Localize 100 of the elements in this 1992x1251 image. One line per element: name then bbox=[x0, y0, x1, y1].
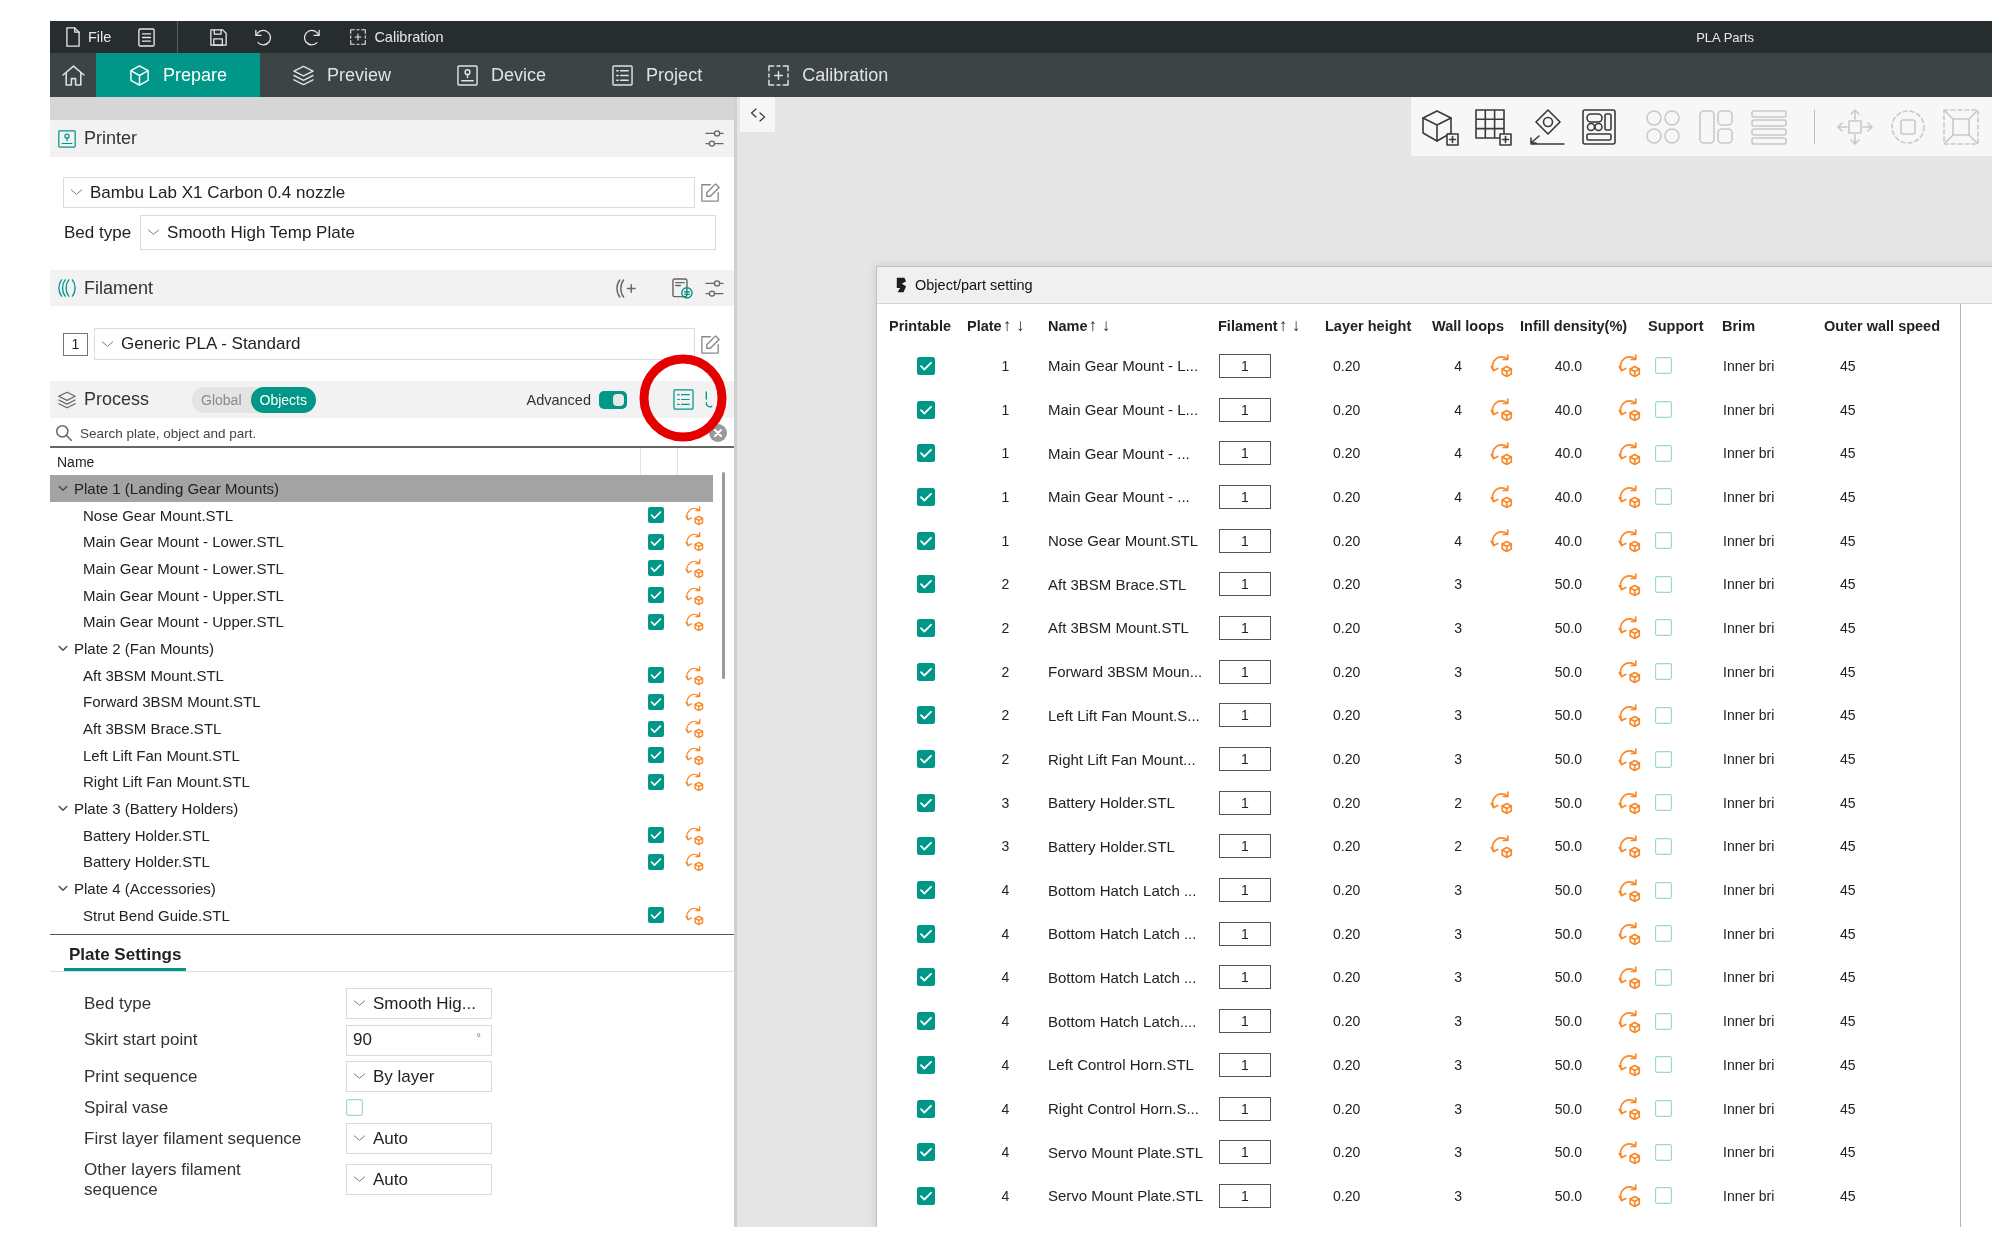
tree-item[interactable]: Aft 3BSM Mount.STL bbox=[50, 661, 713, 689]
tree-item[interactable]: Strut Bend Guide.STL bbox=[50, 902, 713, 929]
document-badge-icon[interactable] bbox=[672, 277, 693, 299]
support-checkbox[interactable] bbox=[1655, 1100, 1672, 1118]
chevron-down-icon[interactable] bbox=[58, 484, 68, 492]
home-icon[interactable] bbox=[61, 64, 85, 86]
support-checkbox[interactable] bbox=[1655, 794, 1672, 812]
printable-checkbox[interactable] bbox=[648, 587, 664, 604]
chevron-down-icon[interactable] bbox=[58, 885, 68, 893]
tab[interactable]: Device bbox=[424, 53, 580, 97]
filament-input[interactable]: 1 bbox=[1219, 1052, 1271, 1077]
tab[interactable]: Calibration bbox=[735, 53, 922, 97]
chevron-down-icon[interactable] bbox=[58, 805, 68, 813]
printable-checkbox[interactable] bbox=[917, 793, 935, 812]
printable-checkbox[interactable] bbox=[648, 907, 664, 924]
printable-checkbox[interactable] bbox=[648, 693, 664, 710]
tab[interactable]: Plate Settings bbox=[64, 945, 187, 971]
refresh-cube-icon[interactable] bbox=[685, 772, 704, 792]
support-checkbox[interactable] bbox=[1655, 619, 1672, 637]
filament-input[interactable]: 1 bbox=[1219, 1183, 1271, 1208]
sort-arrows[interactable]: ↑ ↓ bbox=[1278, 316, 1301, 336]
refresh-cube-icon[interactable] bbox=[685, 745, 704, 765]
edit-icon[interactable] bbox=[701, 334, 720, 354]
dropdown[interactable]: By layer bbox=[346, 1061, 492, 1092]
dropdown[interactable]: Auto bbox=[346, 1123, 492, 1154]
refresh-cube-icon[interactable] bbox=[685, 532, 704, 552]
calibration-button[interactable]: Calibration bbox=[350, 29, 444, 45]
support-checkbox[interactable] bbox=[1655, 401, 1672, 419]
dropdown[interactable]: Auto bbox=[346, 1164, 492, 1195]
refresh-cube-icon[interactable] bbox=[685, 612, 704, 632]
printable-checkbox[interactable] bbox=[917, 400, 935, 419]
refresh-cube-icon[interactable] bbox=[685, 505, 704, 525]
filament-input[interactable]: 1 bbox=[1219, 965, 1271, 990]
printable-checkbox[interactable] bbox=[917, 618, 935, 637]
scrollbar-thumb[interactable] bbox=[722, 472, 725, 679]
dropdown[interactable]: Smooth Hig... bbox=[346, 988, 492, 1019]
refresh-cube-icon[interactable] bbox=[685, 665, 704, 685]
tab[interactable]: Preview bbox=[260, 53, 425, 97]
filament-input[interactable]: 1 bbox=[1219, 921, 1271, 946]
printable-checkbox[interactable] bbox=[648, 613, 664, 630]
printable-checkbox[interactable] bbox=[917, 356, 935, 375]
filament-input[interactable]: 1 bbox=[1219, 1009, 1271, 1034]
tree-item[interactable]: Battery Holder.STL bbox=[50, 821, 713, 849]
tree-item[interactable]: Main Gear Mount - Lower.STL bbox=[50, 528, 713, 556]
refresh-cube-icon[interactable] bbox=[1618, 529, 1641, 553]
refresh-cube-icon[interactable] bbox=[1618, 398, 1641, 422]
sliders-icon[interactable] bbox=[705, 130, 724, 147]
refresh-cube-icon[interactable] bbox=[685, 852, 704, 872]
printable-checkbox[interactable] bbox=[917, 1055, 935, 1074]
printable-checkbox[interactable] bbox=[648, 827, 664, 844]
add-grid-icon[interactable] bbox=[1472, 106, 1513, 147]
printer-dropdown[interactable]: Bambu Lab X1 Carbon 0.4 nozzle bbox=[63, 177, 695, 208]
advanced-switch[interactable] bbox=[599, 390, 627, 409]
filament-input[interactable]: 1 bbox=[1219, 703, 1271, 728]
refresh-cube-icon[interactable] bbox=[1618, 965, 1641, 989]
support-checkbox[interactable] bbox=[1655, 532, 1672, 550]
refresh-cube-icon[interactable] bbox=[1618, 878, 1641, 902]
tree-item[interactable]: Main Gear Mount - Upper.STL bbox=[50, 608, 713, 636]
sort-arrows[interactable]: ↑ ↓ bbox=[1002, 316, 1025, 336]
filament-input[interactable]: 1 bbox=[1219, 353, 1271, 378]
support-checkbox[interactable] bbox=[1655, 575, 1672, 593]
printable-checkbox[interactable] bbox=[917, 837, 935, 856]
segment[interactable]: Objects bbox=[250, 386, 316, 413]
hook-icon[interactable] bbox=[705, 390, 713, 409]
number-field[interactable]: 90 ° bbox=[346, 1024, 492, 1056]
printable-checkbox[interactable] bbox=[917, 662, 935, 681]
tree-item[interactable]: Nose Gear Mount.STL bbox=[50, 501, 713, 529]
support-checkbox[interactable] bbox=[1655, 706, 1672, 724]
tree-item[interactable]: Plate 4 (Accessories) bbox=[50, 875, 713, 902]
refresh-cube-icon[interactable] bbox=[1618, 616, 1641, 640]
refresh-cube-icon[interactable] bbox=[1618, 1097, 1641, 1121]
refresh-cube-icon[interactable] bbox=[1618, 572, 1641, 596]
printable-checkbox[interactable] bbox=[917, 750, 935, 769]
support-checkbox[interactable] bbox=[1655, 488, 1672, 506]
printable-checkbox[interactable] bbox=[917, 444, 935, 463]
printable-checkbox[interactable] bbox=[917, 531, 935, 550]
tree-item[interactable]: Aft 3BSM Brace.STL bbox=[50, 715, 713, 742]
refresh-cube-icon[interactable] bbox=[685, 585, 704, 605]
support-checkbox[interactable] bbox=[1655, 925, 1672, 943]
search-field[interactable]: Search plate, object and part. bbox=[80, 423, 310, 443]
filament-input[interactable]: 1 bbox=[1219, 747, 1271, 772]
refresh-cube-icon[interactable] bbox=[1490, 834, 1513, 858]
support-checkbox[interactable] bbox=[1655, 1143, 1672, 1161]
tree-item[interactable]: Forward 3BSM Mount.STL bbox=[50, 688, 713, 716]
support-checkbox[interactable] bbox=[1655, 750, 1672, 768]
tree-item[interactable]: Main Gear Mount - Upper.STL bbox=[50, 581, 713, 609]
filament-dropdown[interactable]: Generic PLA - Standard bbox=[94, 328, 695, 360]
printable-checkbox[interactable] bbox=[648, 747, 664, 764]
printable-checkbox[interactable] bbox=[648, 773, 664, 790]
filament-input[interactable]: 1 bbox=[1219, 441, 1271, 466]
checkbox[interactable] bbox=[346, 1099, 363, 1116]
support-checkbox[interactable] bbox=[1655, 1012, 1672, 1030]
undo-icon[interactable] bbox=[255, 28, 273, 46]
refresh-cube-icon[interactable] bbox=[685, 558, 704, 578]
printable-checkbox[interactable] bbox=[917, 881, 935, 900]
collapse-button[interactable] bbox=[740, 97, 775, 132]
tab[interactable]: Prepare bbox=[96, 53, 261, 97]
tree-item[interactable]: Battery Holder.STL bbox=[50, 848, 713, 876]
refresh-cube-icon[interactable] bbox=[685, 825, 704, 845]
refresh-cube-icon[interactable] bbox=[1618, 1053, 1641, 1077]
